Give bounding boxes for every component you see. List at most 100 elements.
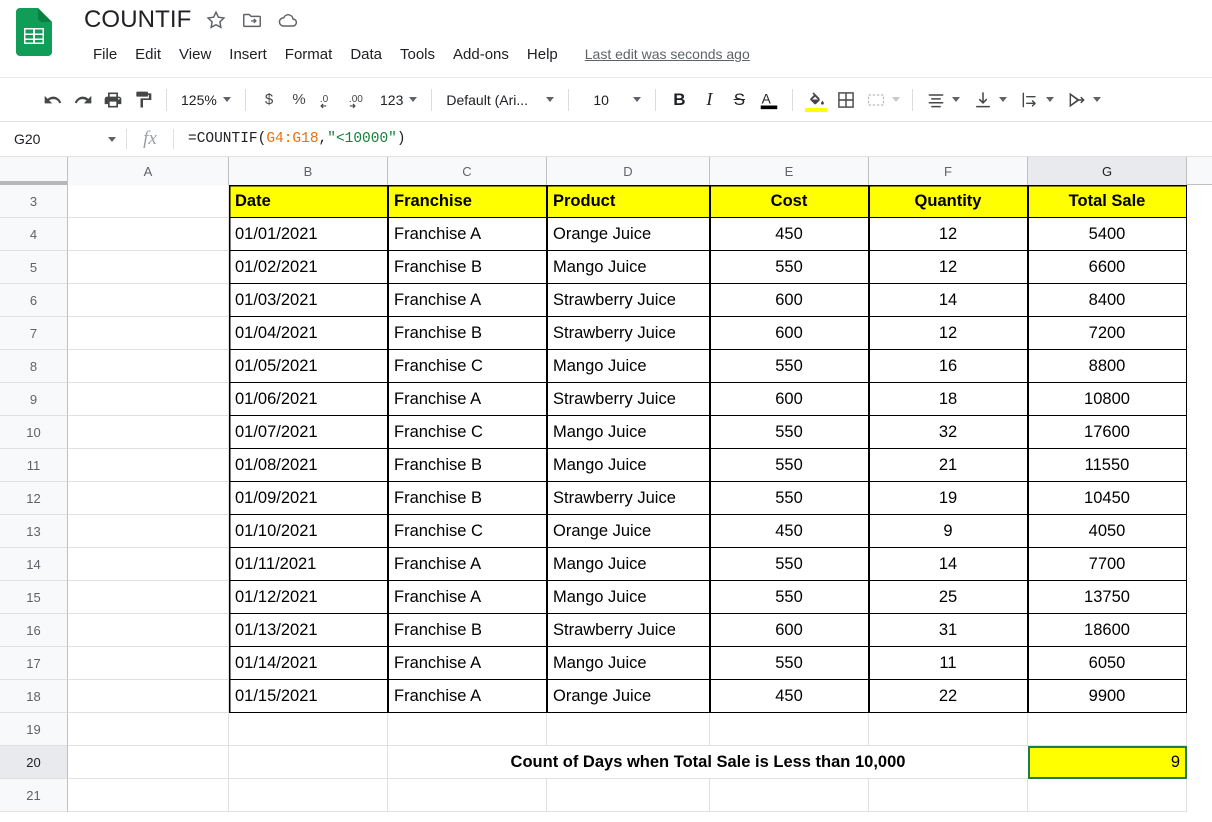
row-header-3[interactable]: 3	[0, 185, 68, 218]
cell-a6[interactable]	[68, 284, 229, 317]
cell-D17[interactable]: Mango Juice	[547, 647, 710, 680]
strikethrough-button[interactable]: S	[724, 85, 754, 115]
cell-a18[interactable]	[68, 680, 229, 713]
cell-E6[interactable]: 600	[710, 284, 869, 317]
menu-tools[interactable]: Tools	[391, 44, 444, 65]
cell-F10[interactable]: 32	[869, 416, 1028, 449]
table-header-cost[interactable]: Cost	[710, 185, 869, 218]
cell-G9[interactable]: 10800	[1028, 383, 1187, 416]
sheets-logo-icon[interactable]	[16, 8, 52, 56]
menu-data[interactable]: Data	[341, 44, 391, 65]
cell-D5[interactable]: Mango Juice	[547, 251, 710, 284]
cell-a12[interactable]	[68, 482, 229, 515]
cell-F18[interactable]: 22	[869, 680, 1028, 713]
cell-F11[interactable]: 21	[869, 449, 1028, 482]
cell-B8[interactable]: 01/05/2021	[229, 350, 388, 383]
cell-G7[interactable]: 7200	[1028, 317, 1187, 350]
selected-cell-g20[interactable]: 9	[1028, 746, 1187, 779]
cell-E4[interactable]: 450	[710, 218, 869, 251]
cell-G12[interactable]: 10450	[1028, 482, 1187, 515]
cell-C9[interactable]: Franchise A	[388, 383, 547, 416]
percent-format-button[interactable]: %	[284, 85, 314, 115]
menu-view[interactable]: View	[170, 44, 220, 65]
result-label-cell[interactable]: Count of Days when Total Sale is Less th…	[388, 746, 1028, 779]
cell-G21[interactable]	[1028, 779, 1187, 812]
cell-F14[interactable]: 14	[869, 548, 1028, 581]
cell-G19[interactable]	[1028, 713, 1187, 746]
row-header-7[interactable]: 7	[0, 317, 68, 350]
row-header-20[interactable]: 20	[0, 746, 68, 779]
cell-B19[interactable]	[229, 713, 388, 746]
cell-B15[interactable]: 01/12/2021	[229, 581, 388, 614]
cell-E13[interactable]: 450	[710, 515, 869, 548]
row-header-15[interactable]: 15	[0, 581, 68, 614]
row-header-8[interactable]: 8	[0, 350, 68, 383]
redo-icon[interactable]	[68, 85, 98, 115]
menu-insert[interactable]: Insert	[220, 44, 276, 65]
cell-E17[interactable]: 550	[710, 647, 869, 680]
cell-G6[interactable]: 8400	[1028, 284, 1187, 317]
cell-E7[interactable]: 600	[710, 317, 869, 350]
cell-C5[interactable]: Franchise B	[388, 251, 547, 284]
cell-D18[interactable]: Orange Juice	[547, 680, 710, 713]
cell-C13[interactable]: Franchise C	[388, 515, 547, 548]
cell-a10[interactable]	[68, 416, 229, 449]
cell-G13[interactable]: 4050	[1028, 515, 1187, 548]
cell-a21[interactable]	[68, 779, 229, 812]
move-to-folder-icon[interactable]	[241, 9, 263, 31]
formula-input[interactable]: =COUNTIF(G4:G18, "<10000")	[174, 122, 1212, 156]
cell-B18[interactable]: 01/15/2021	[229, 680, 388, 713]
cell-F12[interactable]: 19	[869, 482, 1028, 515]
cell-E9[interactable]: 600	[710, 383, 869, 416]
cell-C16[interactable]: Franchise B	[388, 614, 547, 647]
cell-G5[interactable]: 6600	[1028, 251, 1187, 284]
cell-D11[interactable]: Mango Juice	[547, 449, 710, 482]
cell-a8[interactable]	[68, 350, 229, 383]
chevron-down-icon[interactable]	[1093, 97, 1102, 102]
row-header-13[interactable]: 13	[0, 515, 68, 548]
cell-B13[interactable]: 01/10/2021	[229, 515, 388, 548]
cell-B12[interactable]: 01/09/2021	[229, 482, 388, 515]
column-header-a[interactable]: A	[68, 157, 229, 185]
column-header-d[interactable]: D	[547, 157, 710, 185]
cell-B14[interactable]: 01/11/2021	[229, 548, 388, 581]
cell-a15[interactable]	[68, 581, 229, 614]
cell-C15[interactable]: Franchise A	[388, 581, 547, 614]
column-header-b[interactable]: B	[229, 157, 388, 185]
cell-D10[interactable]: Mango Juice	[547, 416, 710, 449]
cell-C21[interactable]	[388, 779, 547, 812]
cell-B17[interactable]: 01/14/2021	[229, 647, 388, 680]
text-wrap-icon[interactable]	[1015, 85, 1045, 115]
print-icon[interactable]	[98, 85, 128, 115]
font-size-dropdown[interactable]: 10	[577, 85, 647, 115]
row-header-18[interactable]: 18	[0, 680, 68, 713]
cell-D7[interactable]: Strawberry Juice	[547, 317, 710, 350]
menu-file[interactable]: File	[84, 44, 126, 65]
increase-decimal-icon[interactable]: .00	[344, 85, 374, 115]
table-header-product[interactable]: Product	[547, 185, 710, 218]
cell-a3[interactable]	[68, 185, 229, 218]
cell-B4[interactable]: 01/01/2021	[229, 218, 388, 251]
cell-B10[interactable]: 01/07/2021	[229, 416, 388, 449]
cell-B9[interactable]: 01/06/2021	[229, 383, 388, 416]
zoom-level-dropdown[interactable]: 125%	[175, 85, 237, 115]
cell-E11[interactable]: 550	[710, 449, 869, 482]
cell-G10[interactable]: 17600	[1028, 416, 1187, 449]
cell-C19[interactable]	[388, 713, 547, 746]
bold-button[interactable]: B	[664, 85, 694, 115]
cell-B5[interactable]: 01/02/2021	[229, 251, 388, 284]
cell-D8[interactable]: Mango Juice	[547, 350, 710, 383]
cell-a5[interactable]	[68, 251, 229, 284]
cell-F16[interactable]: 31	[869, 614, 1028, 647]
cell-b20[interactable]	[229, 746, 388, 779]
row-header-5[interactable]: 5	[0, 251, 68, 284]
menu-edit[interactable]: Edit	[126, 44, 170, 65]
cell-C7[interactable]: Franchise B	[388, 317, 547, 350]
cell-E18[interactable]: 450	[710, 680, 869, 713]
undo-icon[interactable]	[38, 85, 68, 115]
cell-B11[interactable]: 01/08/2021	[229, 449, 388, 482]
cell-a19[interactable]	[68, 713, 229, 746]
cell-D14[interactable]: Mango Juice	[547, 548, 710, 581]
cell-E15[interactable]: 550	[710, 581, 869, 614]
cell-a17[interactable]	[68, 647, 229, 680]
